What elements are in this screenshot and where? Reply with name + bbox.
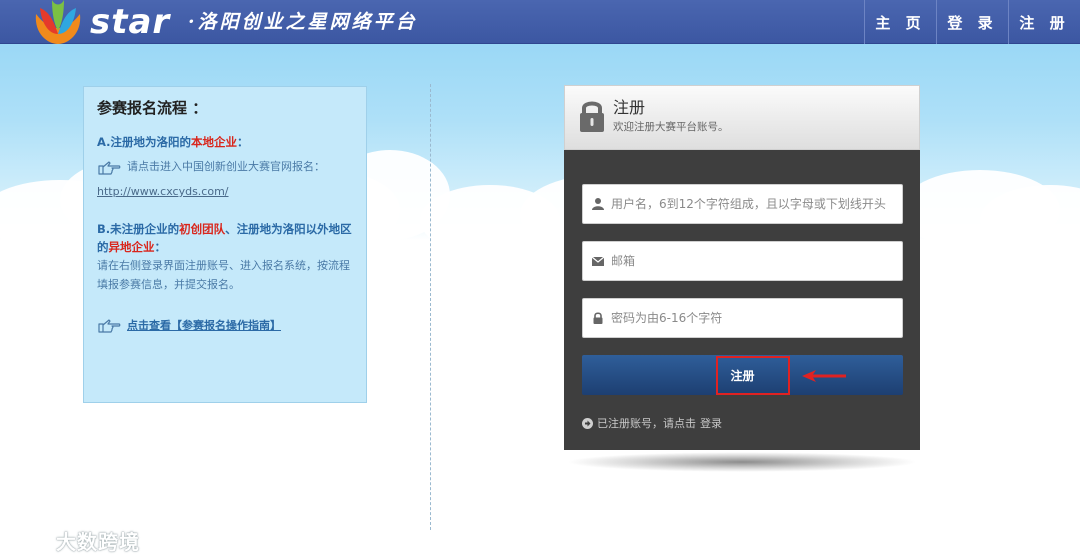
section-b-heading: B.未注册企业的初创团队、注册地为洛阳以外地区的异地企业： — [97, 220, 353, 256]
watermark-logo-icon — [8, 532, 52, 549]
section-a-hint: 请点击进入中国创新创业大赛官网报名： — [127, 160, 325, 173]
lock-icon — [580, 101, 604, 132]
arrow-left-icon — [802, 370, 846, 382]
circle-arrow-right-icon — [582, 417, 593, 429]
pointing-hand-icon — [98, 160, 121, 175]
email-input[interactable] — [611, 243, 901, 279]
registration-process-panel: 参赛报名流程 ： A.注册地为洛阳的本地企业： 请点击进入中国创新创业大赛官网报… — [83, 86, 367, 403]
pointing-hand-icon — [98, 319, 121, 333]
register-form-body: 注册 已注册账号，请点击 登录 — [564, 150, 920, 450]
register-form-box: 注册 欢迎注册大赛平台账号。 注册 — [564, 85, 920, 450]
envelope-icon — [591, 256, 605, 266]
watermark-text: 大数跨境 — [56, 530, 140, 554]
section-b-red1: 初创团队 — [179, 222, 226, 236]
watermark: 大数跨境 — [8, 526, 140, 555]
nav-home[interactable]: 主 页 — [864, 0, 936, 44]
section-b-red2: 异地企业 — [108, 240, 155, 254]
register-subtitle: 欢迎注册大赛平台账号。 — [613, 121, 729, 133]
section-b-text: 请在右侧登录界面注册账号、进入报名系统，按流程填报参赛信息，并提交报名。 — [97, 259, 350, 291]
section-a-heading: A.注册地为洛阳的本地企业： — [97, 133, 353, 151]
user-icon — [592, 198, 604, 210]
section-b-prefix: B.未注册企业的 — [97, 222, 180, 236]
panel-title: 参赛报名流程 ： — [97, 99, 208, 117]
register-title: 注册 — [613, 98, 646, 117]
username-field — [582, 184, 903, 224]
section-b-suffix: ： — [154, 240, 167, 254]
nav-login[interactable]: 登 录 — [936, 0, 1008, 44]
nav-register[interactable]: 注 册 — [1008, 0, 1080, 44]
section-a-prefix: A.注册地为洛阳的 — [97, 135, 191, 149]
cxcyds-link[interactable]: http://www.cxcyds.com/ — [97, 184, 353, 200]
logo-star-text: star — [90, 2, 171, 42]
register-form-header: 注册 欢迎注册大赛平台账号。 — [564, 85, 920, 150]
dashed-divider — [430, 84, 431, 530]
guide-link[interactable]: 点击查看【参赛报名操作指南】 — [127, 317, 281, 333]
section-a-hint-row: 请点击进入中国创新创业大赛官网报名： — [97, 157, 353, 176]
email-field — [582, 241, 903, 281]
login-hint-text: 已注册账号，请点击 — [597, 417, 696, 430]
login-hint-row: 已注册账号，请点击 登录 — [582, 415, 722, 431]
form-shadow — [566, 452, 918, 472]
register-submit-button[interactable]: 注册 — [582, 355, 903, 395]
section-a-red: 本地企业 — [190, 135, 237, 149]
main-nav: 主 页 登 录 注 册 — [864, 0, 1080, 44]
guide-row: 点击查看【参赛报名操作指南】 — [97, 316, 353, 334]
tulip-logo-icon — [35, 0, 81, 44]
password-input[interactable] — [611, 300, 901, 336]
logo-subtitle: ·洛阳创业之星网络平台 — [188, 11, 418, 33]
top-header: star ·洛阳创业之星网络平台 主 页 登 录 注 册 — [0, 0, 1080, 44]
password-field — [582, 298, 903, 338]
login-link[interactable]: 登录 — [700, 415, 722, 431]
username-input[interactable] — [611, 186, 901, 222]
lock-icon — [593, 312, 603, 324]
section-a-suffix: ： — [236, 135, 249, 149]
